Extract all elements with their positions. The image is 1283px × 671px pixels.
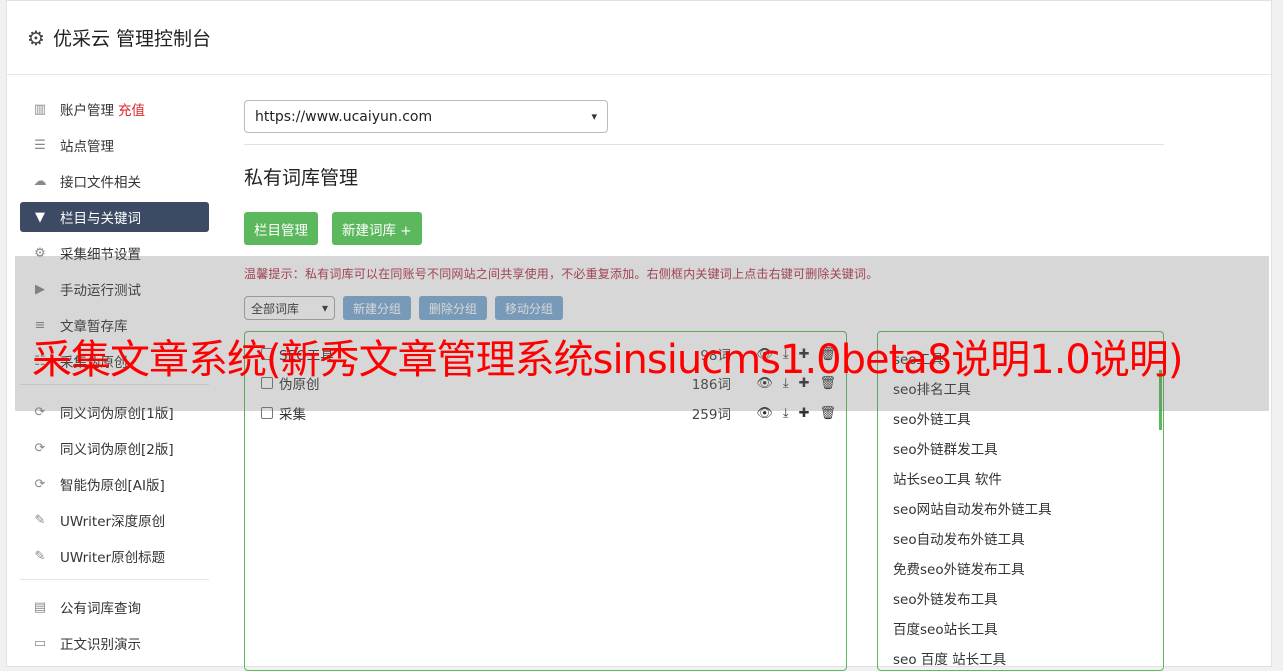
edit-icon: ✎ (34, 512, 46, 528)
cloud-upload-icon: ☁ (33, 173, 47, 189)
edit-icon: ✎ (34, 548, 46, 564)
keyword-item[interactable]: 免费seo外链发布工具 (893, 558, 1025, 578)
recharge-link[interactable]: 充值 (118, 99, 145, 119)
overlay-title: 采集文章系统(新秀文章管理系统sinsiucms1.0beta8说明1.0说明) (32, 337, 1184, 383)
column-manage-button[interactable]: 栏目管理 (244, 212, 318, 245)
action-buttons: 栏目管理 新建词库 + (244, 212, 1164, 245)
sidebar-item-uwriter-deep[interactable]: ✎ UWriter深度原创 (20, 505, 209, 535)
keyword-item[interactable]: seo外链工具 (893, 408, 971, 428)
sidebar-item-synonym-v2[interactable]: ⟳ 同义词伪原创[2版] (20, 433, 209, 463)
sidebar-item-label: 站点管理 (60, 139, 114, 155)
sidebar-item-label: 智能伪原创[AI版] (60, 478, 165, 494)
sidebar-item-text-recognition[interactable]: ▭ 正文识别演示 (20, 628, 209, 658)
refresh-icon: ⟳ (34, 440, 46, 456)
sidebar-item-label: 接口文件相关 (60, 175, 141, 191)
sidebar-item-ai-rewrite[interactable]: ⟳ 智能伪原创[AI版] (20, 469, 209, 499)
sidebar-item-label: 正文识别演示 (60, 637, 141, 653)
site-select-value: https://www.ucaiyun.com (255, 108, 433, 125)
keyword-item[interactable]: 百度seo站长工具 (893, 618, 998, 638)
sidebar-item-label: UWriter原创标题 (60, 550, 166, 566)
sidebar-item-label: 账户管理 (60, 103, 114, 119)
keyword-item[interactable]: seo外链发布工具 (893, 588, 998, 608)
new-library-button[interactable]: 新建词库 + (332, 212, 422, 245)
keyword-item[interactable]: 站长seo工具 软件 (893, 468, 1002, 488)
sidebar-item-public-lib[interactable]: ▤ 公有词库查询 (20, 592, 209, 622)
sidebar-item-label: UWriter深度原创 (60, 514, 166, 530)
sidebar-item-uwriter-title[interactable]: ✎ UWriter原创标题 (20, 541, 209, 571)
section-title: 私有词库管理 (244, 167, 359, 189)
book-icon: ▤ (33, 599, 47, 615)
server-icon: ☰ (34, 137, 46, 153)
keyword-item[interactable]: seo 百度 站长工具 (893, 648, 1006, 668)
sidebar-item-sites[interactable]: ☰ 站点管理 (20, 130, 209, 160)
sidebar-item-account[interactable]: ▥ 账户管理 充值 (20, 94, 209, 124)
divider (244, 144, 1164, 145)
bar-chart-icon: ▥ (33, 101, 47, 117)
chevron-down-icon: ▾ (591, 110, 597, 123)
filter-icon: ▼ (35, 209, 45, 225)
refresh-icon: ⟳ (34, 476, 46, 492)
sidebar-item-label: 同义词伪原创[2版] (60, 442, 174, 458)
gear-icon: ⚙ (27, 25, 45, 50)
site-select[interactable]: https://www.ucaiyun.com ▾ (244, 100, 608, 133)
sidebar-item-interface[interactable]: ☁ 接口文件相关 (20, 166, 209, 196)
monitor-icon: ▭ (33, 635, 47, 651)
sidebar-item-label: 栏目与关键词 (60, 211, 141, 227)
sidebar-item-columns-keywords[interactable]: ▼ 栏目与关键词 (20, 202, 209, 232)
sidebar-divider (20, 579, 209, 580)
keyword-item[interactable]: seo外链群发工具 (893, 438, 998, 458)
keyword-item[interactable]: seo网站自动发布外链工具 (893, 498, 1052, 518)
keyword-item[interactable]: seo自动发布外链工具 (893, 528, 1025, 548)
sidebar-item-label: 公有词库查询 (60, 601, 141, 617)
header: ⚙ 优采云 管理控制台 (7, 1, 1271, 75)
page-title: 优采云 管理控制台 (52, 28, 211, 50)
